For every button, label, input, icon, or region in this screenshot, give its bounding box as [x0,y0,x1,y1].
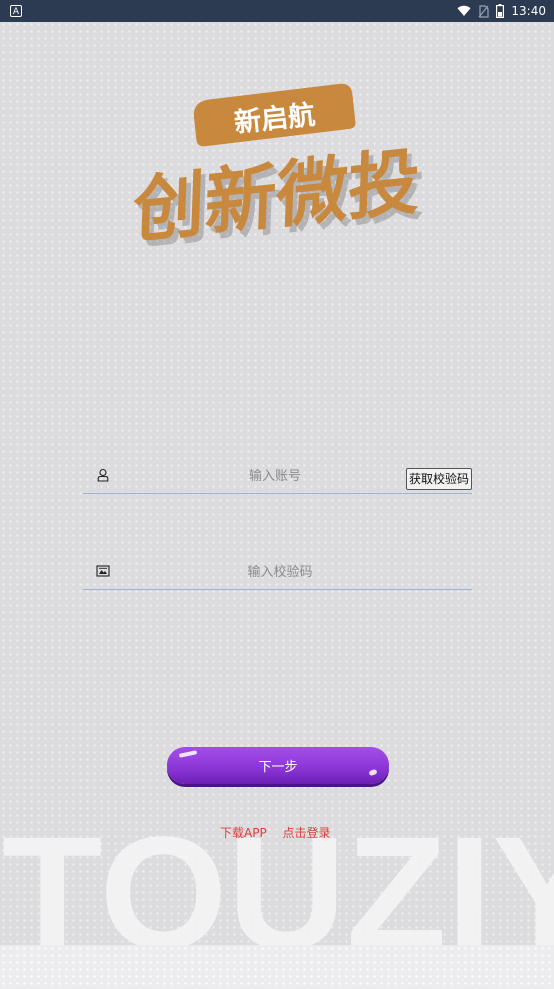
brand-logo: 新启航 创新微投 创新微投 [120,80,450,260]
image-code-icon [96,565,110,577]
logo-main-text: 创新微投 [132,140,421,254]
watermark-text: TOUZIY [2,818,554,958]
code-input[interactable] [123,559,437,585]
code-row [83,555,472,590]
bottom-strip [0,945,554,989]
next-step-button[interactable]: 下一步 [167,747,389,784]
battery-icon [496,4,505,18]
account-row: 获取校验码 [83,459,472,494]
touziy-watermark: TOUZIY [0,818,554,958]
account-input[interactable] [123,463,427,489]
app-notification-icon: A [10,5,22,17]
get-code-button[interactable]: 获取校验码 [405,468,472,490]
button-shine-right [368,768,378,777]
status-time: 13:40 [511,4,546,18]
no-sim-icon [478,4,490,18]
next-step-label: 下一步 [258,760,298,775]
button-shine-left [178,750,198,758]
wifi-icon [457,5,471,17]
status-indicators: 13:40 [457,0,546,22]
user-icon [97,468,109,482]
status-bar: A 13:40 [0,0,554,22]
